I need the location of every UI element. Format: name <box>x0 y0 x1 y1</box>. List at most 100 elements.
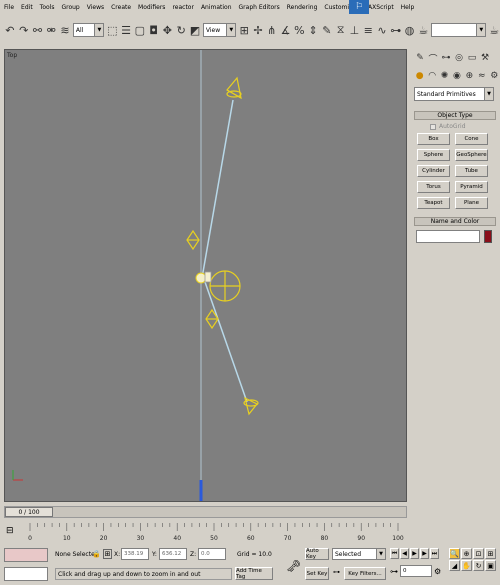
menu-reactor[interactable]: reactor <box>172 4 194 11</box>
select-link-icon[interactable]: ⚯ <box>32 22 44 38</box>
set-key-button[interactable]: Set Key <box>305 567 329 580</box>
menu-rendering[interactable]: Rendering <box>287 4 318 11</box>
modify-tab-icon[interactable]: ⌒ <box>427 51 439 65</box>
manipulate-icon[interactable]: ✢ <box>252 22 264 38</box>
maxscript-input[interactable] <box>4 567 48 581</box>
motion-tab-icon[interactable]: ◎ <box>453 51 465 65</box>
spinner-snap-icon[interactable]: ⇕ <box>307 22 319 38</box>
select-rotate-icon[interactable]: ↻ <box>175 22 187 38</box>
field-of-view-icon[interactable]: ◢ <box>449 560 460 571</box>
track-bar-toggle-icon[interactable]: ⊟ <box>6 526 14 536</box>
bind-space-warp-icon[interactable]: ≋ <box>59 22 71 38</box>
x-coord-field[interactable]: 338.19 <box>121 548 149 560</box>
align-icon[interactable]: ⊥ <box>349 22 361 38</box>
go-to-end-icon[interactable]: ⏭ <box>430 548 439 559</box>
time-slider[interactable]: 0 / 100 <box>4 506 407 518</box>
layer-manager-icon[interactable]: ≡ <box>362 22 374 38</box>
filter-icon[interactable]: ⊶ <box>333 568 340 576</box>
autogrid-checkbox[interactable] <box>430 123 436 130</box>
menu-tools[interactable]: Tools <box>40 4 55 11</box>
object-name-input[interactable] <box>416 230 480 243</box>
display-tab-icon[interactable]: ▭ <box>466 51 478 65</box>
pan-icon[interactable]: ✋ <box>461 560 472 571</box>
zoom-icon[interactable]: 🔍 <box>449 548 460 559</box>
redo-icon[interactable]: ↷ <box>18 22 30 38</box>
track-bar[interactable]: 0 10 20 30 40 50 60 70 80 90 100 <box>4 522 407 544</box>
menu-edit[interactable]: Edit <box>21 4 33 11</box>
menu-graph-editors[interactable]: Graph Editors <box>239 4 280 11</box>
pivot-center-icon[interactable]: ⊞ <box>238 22 250 38</box>
window-crossing-icon[interactable]: ◘ <box>148 22 160 38</box>
key-icon[interactable]: 🗝 <box>286 559 301 573</box>
cameras-icon[interactable]: ◉ <box>451 69 462 83</box>
rectangular-selection-icon[interactable]: ▢ <box>134 22 146 38</box>
shapes-icon[interactable]: ◠ <box>426 69 437 83</box>
current-frame-field[interactable]: 0 <box>400 565 432 577</box>
geosphere-button[interactable]: GeoSphere <box>455 149 488 161</box>
torus-button[interactable]: Torus <box>417 181 450 193</box>
z-coord-field[interactable]: 0.0 <box>198 548 226 560</box>
hierarchy-tab-icon[interactable]: ⊶ <box>440 51 452 65</box>
curve-editor-icon[interactable]: ∿ <box>376 22 388 38</box>
pyramid-button[interactable]: Pyramid <box>455 181 488 193</box>
create-tab-icon[interactable]: ✎ <box>414 51 426 65</box>
menu-group[interactable]: Group <box>61 4 79 11</box>
lights-icon[interactable]: ✺ <box>439 69 450 83</box>
add-time-tag-button[interactable]: Add Time Tag <box>235 567 273 580</box>
select-move-icon[interactable]: ✥ <box>162 22 174 38</box>
go-to-start-icon[interactable]: ⏮ <box>390 548 399 559</box>
play-icon[interactable]: ▶ <box>410 548 419 559</box>
schematic-view-icon[interactable]: ⊶ <box>390 22 402 38</box>
quick-render-icon[interactable]: ☕ <box>488 22 500 38</box>
tube-button[interactable]: Tube <box>455 165 488 177</box>
category-dropdown[interactable]: Standard Primitives ▼ <box>414 87 494 101</box>
arc-rotate-icon[interactable]: ↻ <box>473 560 484 571</box>
teapot-button[interactable]: Teapot <box>417 197 450 209</box>
select-by-name-icon[interactable]: ☰ <box>120 22 132 38</box>
snap-toggle-icon[interactable]: ⋔ <box>266 22 278 38</box>
unlink-icon[interactable]: ⚮ <box>45 22 57 38</box>
zoom-all-icon[interactable]: ⊕ <box>461 548 472 559</box>
time-slider-thumb[interactable]: 0 / 100 <box>5 507 53 517</box>
named-selection-dropdown[interactable]: ▼ <box>431 23 487 37</box>
edit-named-selection-icon[interactable]: ✎ <box>321 22 333 38</box>
next-frame-icon[interactable]: ▶ <box>420 548 429 559</box>
geometry-icon[interactable]: ● <box>414 69 425 83</box>
object-type-rollout[interactable]: Object Type <box>414 111 496 120</box>
percent-snap-icon[interactable]: % <box>293 22 305 38</box>
menu-file[interactable]: File <box>4 4 14 11</box>
previous-frame-icon[interactable]: ◀ <box>400 548 409 559</box>
y-coord-field[interactable]: 636.12 <box>159 548 187 560</box>
time-configuration-icon[interactable]: ⚙ <box>434 567 441 576</box>
cone-button[interactable]: Cone <box>455 133 488 145</box>
render-scene-icon[interactable]: ☕ <box>417 22 429 38</box>
box-button[interactable]: Box <box>417 133 450 145</box>
key-mode-toggle-icon[interactable]: ⊶ <box>390 567 398 576</box>
menu-modifiers[interactable]: Modifiers <box>138 4 165 11</box>
maximize-viewport-icon[interactable]: ▣ <box>485 560 496 571</box>
key-filters-button[interactable]: Key Filters... <box>344 567 386 580</box>
menu-views[interactable]: Views <box>87 4 104 11</box>
sphere-button[interactable]: Sphere <box>417 149 450 161</box>
zoom-extents-icon[interactable]: ⊡ <box>473 548 484 559</box>
undo-icon[interactable]: ↶ <box>4 22 16 38</box>
menu-help[interactable]: Help <box>401 4 415 11</box>
mirror-icon[interactable]: ⧖ <box>335 22 347 38</box>
menu-animation[interactable]: Animation <box>201 4 232 11</box>
maxscript-listener-mini[interactable] <box>4 548 48 562</box>
material-editor-icon[interactable]: ◍ <box>404 22 416 38</box>
absolute-mode-icon[interactable]: ⊞ <box>103 549 112 559</box>
key-mode-dropdown[interactable]: Selected ▼ <box>332 548 386 560</box>
helpers-icon[interactable]: ⊕ <box>464 69 475 83</box>
auto-key-button[interactable]: Auto Key <box>305 548 329 560</box>
scene-canvas[interactable] <box>5 50 407 502</box>
zoom-extents-all-icon[interactable]: ⊞ <box>485 548 496 559</box>
angle-snap-icon[interactable]: ∡ <box>280 22 292 38</box>
selection-filter-dropdown[interactable]: All ▼ <box>72 23 105 37</box>
utilities-tab-icon[interactable]: ⚒ <box>479 51 491 65</box>
plane-button[interactable]: Plane <box>455 197 488 209</box>
object-color-swatch[interactable] <box>484 230 492 243</box>
select-scale-icon[interactable]: ◩ <box>189 22 201 38</box>
name-and-color-rollout[interactable]: Name and Color <box>414 217 496 226</box>
lock-icon[interactable]: 🔒 <box>92 550 101 558</box>
